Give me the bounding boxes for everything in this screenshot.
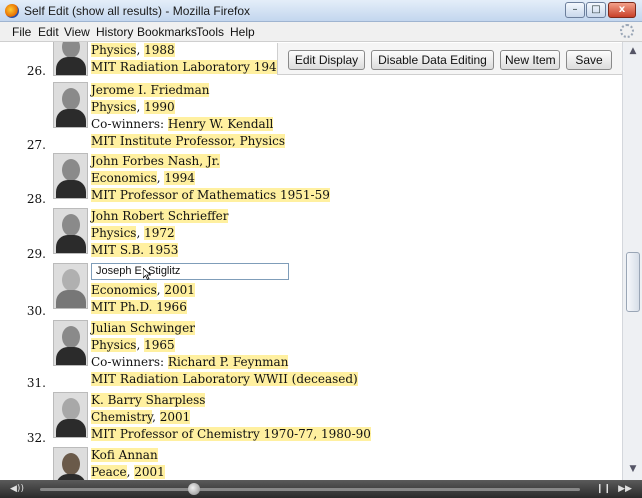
firefox-icon (5, 4, 19, 18)
disable-data-editing-button[interactable]: Disable Data Editing (371, 50, 494, 70)
menu-help[interactable]: Help (230, 25, 255, 39)
menu-bookmarks[interactable]: Bookmarks (137, 25, 197, 39)
year-value[interactable]: 1965 (144, 338, 175, 352)
field-value[interactable]: Peace (91, 465, 127, 479)
save-button[interactable]: Save (566, 50, 612, 70)
portrait-photo (53, 447, 88, 480)
year-value[interactable]: 1972 (144, 226, 175, 240)
item-number: 32. (26, 431, 46, 445)
text-cursor-icon (143, 268, 151, 280)
affiliation-value[interactable]: MIT Radiation Laboratory 1943-45 (91, 60, 304, 74)
field-value[interactable]: Physics (91, 338, 137, 352)
year-value[interactable]: 1988 (144, 43, 175, 57)
item-number: 30. (26, 304, 46, 318)
affiliation-value[interactable]: MIT Radiation Laboratory WWII (deceased) (91, 372, 358, 386)
name-edit-input[interactable]: Joseph E. Stiglitz (91, 263, 289, 280)
menu-view[interactable]: View (64, 25, 90, 39)
seek-handle[interactable] (188, 483, 200, 495)
vertical-scrollbar[interactable]: ▲ ▼ (622, 42, 642, 480)
portrait-photo (53, 82, 88, 128)
seek-track[interactable] (40, 488, 580, 491)
name-value[interactable]: John Robert Schrieffer (91, 209, 229, 223)
year-value[interactable]: 2001 (159, 410, 191, 424)
volume-icon[interactable]: ◀)) (4, 483, 30, 495)
window-title: Self Edit (show all results) - Mozilla F… (24, 4, 251, 18)
affiliation-value[interactable]: MIT Institute Professor, Physics (91, 134, 286, 148)
year-value[interactable]: 2001 (164, 283, 195, 297)
cowinners-label: Co-winners: (91, 355, 165, 369)
affiliation-value[interactable]: MIT Professor of Mathematics 1951-59 (91, 188, 330, 202)
menu-history[interactable]: History (96, 25, 133, 39)
affiliation-value[interactable]: MIT Professor of Chemistry 1970-77, 1980… (91, 427, 371, 441)
edit-toolbar: Edit Display Disable Data Editing New It… (277, 43, 622, 75)
menu-edit[interactable]: Edit (38, 25, 59, 39)
field-value[interactable]: Chemistry (91, 410, 153, 424)
close-button[interactable]: x (608, 2, 636, 18)
minimize-button[interactable]: – (565, 2, 585, 18)
item-number: 28. (26, 192, 46, 206)
portrait-photo (53, 42, 88, 76)
item-number: 26. (26, 64, 46, 78)
year-value[interactable]: 1994 (164, 171, 195, 185)
forward-icon[interactable]: ▶▶ (614, 483, 636, 495)
throbber-icon (620, 24, 634, 38)
cowinner-value[interactable]: Henry W. Kendall (167, 117, 274, 131)
field-value[interactable]: Physics (91, 100, 137, 114)
year-value[interactable]: 2001 (134, 465, 165, 479)
portrait-photo (53, 320, 88, 366)
results-list: Physics, 1988 MIT Radiation Laboratory 1… (0, 42, 622, 480)
edit-display-button[interactable]: Edit Display (288, 50, 365, 70)
affiliation-value[interactable]: MIT Ph.D. 1966 (91, 300, 187, 314)
item-number: 29. (26, 247, 46, 261)
item-number: 27. (26, 138, 46, 152)
portrait-photo (53, 263, 88, 309)
scroll-down-icon[interactable]: ▼ (626, 462, 640, 476)
name-value[interactable]: John Forbes Nash, Jr. (91, 154, 220, 168)
name-value[interactable]: Kofi Annan (91, 448, 158, 462)
cowinner-value[interactable]: Richard P. Feynman (167, 355, 289, 369)
portrait-photo (53, 208, 88, 254)
field-value[interactable]: Economics (91, 283, 157, 297)
portrait-photo (53, 153, 88, 199)
field-value[interactable]: Physics (91, 226, 137, 240)
menu-bar: File Edit View History Bookmarks Tools H… (0, 22, 642, 42)
maximize-button[interactable]: □ (586, 2, 606, 18)
year-value[interactable]: 1990 (144, 100, 175, 114)
name-value[interactable]: K. Barry Sharpless (91, 393, 206, 407)
field-value[interactable]: Physics (91, 43, 137, 57)
video-control-bar: ◀)) ❙❙ ▶▶ (0, 480, 642, 498)
pause-icon[interactable]: ❙❙ (596, 483, 611, 495)
portrait-photo (53, 392, 88, 438)
name-value[interactable]: Jerome I. Friedman (91, 83, 210, 97)
affiliation-value[interactable]: MIT S.B. 1953 (91, 243, 179, 257)
menu-file[interactable]: File (12, 25, 31, 39)
scroll-up-icon[interactable]: ▲ (626, 44, 640, 58)
new-item-button[interactable]: New Item (500, 50, 560, 70)
field-value[interactable]: Economics (91, 171, 157, 185)
scroll-thumb[interactable] (626, 252, 640, 312)
cowinners-label: Co-winners: (91, 117, 165, 131)
menu-tools[interactable]: Tools (196, 25, 224, 39)
window-title-bar: Self Edit (show all results) - Mozilla F… (0, 0, 642, 22)
name-value[interactable]: Julian Schwinger (91, 321, 195, 335)
item-number: 31. (26, 376, 46, 390)
